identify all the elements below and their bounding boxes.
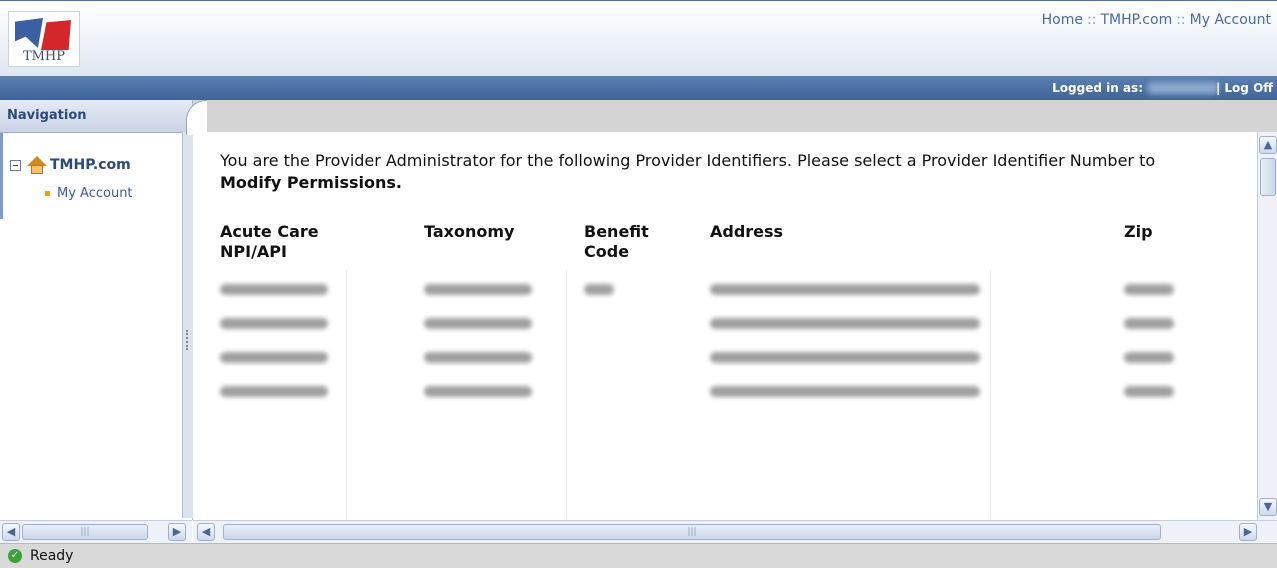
zip-cell xyxy=(1124,306,1184,340)
navigation-title: Navigation xyxy=(0,100,192,133)
zip-cell xyxy=(1124,340,1184,374)
column-header-benefit-code: Benefit Code xyxy=(584,222,649,261)
content-scroll-thumb[interactable]: ||| xyxy=(223,524,1161,540)
table-header-row: Acute Care NPI/API Taxonomy Benefit Code A… xyxy=(220,220,1184,272)
column-header-taxonomy: Taxonomy xyxy=(424,222,515,241)
npi-cell[interactable] xyxy=(220,272,424,306)
provider-table: Acute Care NPI/API Taxonomy Benefit Code A… xyxy=(220,220,1184,408)
username-redacted xyxy=(1147,82,1219,94)
logo-blue-mark xyxy=(15,18,43,48)
tmhp-logo[interactable]: TMHP xyxy=(8,11,80,67)
npi-cell[interactable] xyxy=(220,306,424,340)
scroll-up-icon[interactable]: ▲ xyxy=(1259,136,1277,154)
table-row[interactable] xyxy=(220,272,1184,306)
navigation-panel: Navigation TMHP.com My Account xyxy=(0,100,193,520)
vertical-scroll-thumb[interactable] xyxy=(1260,158,1276,196)
scroll-left-icon[interactable]: ◀ xyxy=(2,523,20,541)
nav-scroll-thumb[interactable]: ||| xyxy=(22,524,148,540)
benefit-code-cell xyxy=(584,374,710,408)
link-separator: :: xyxy=(1087,12,1097,28)
status-bar: ✓ Ready xyxy=(0,543,1277,568)
tree-root-tmhp[interactable]: TMHP.com xyxy=(10,156,131,174)
table-row[interactable] xyxy=(220,374,1184,408)
checkmark-icon: ✓ xyxy=(8,549,22,563)
logoff-link[interactable]: Log Off xyxy=(1224,81,1273,95)
scroll-down-icon[interactable]: ▼ xyxy=(1259,498,1277,516)
tree-item-my-account[interactable]: My Account xyxy=(45,186,133,201)
logoff-area: | Log Off xyxy=(1216,81,1273,95)
bullet-icon xyxy=(45,191,50,196)
scroll-left-icon[interactable]: ◀ xyxy=(197,523,215,541)
my-account-link[interactable]: My Account xyxy=(1190,12,1271,28)
npi-cell[interactable] xyxy=(220,374,424,408)
main-content: You are the Provider Administrator for t… xyxy=(193,132,1257,520)
user-bar: Logged in as: | Log Off xyxy=(0,76,1277,100)
header: TMHP Home:: TMHP.com:: My Account xyxy=(0,0,1277,77)
panel-splitter[interactable] xyxy=(182,132,193,518)
content-header-bar xyxy=(193,100,1277,132)
content-horizontal-scrollbar[interactable]: ◀ ||| ▶ xyxy=(193,520,1277,543)
scroll-right-icon[interactable]: ▶ xyxy=(168,523,186,541)
status-text: Ready xyxy=(30,548,74,564)
scroll-right-icon[interactable]: ▶ xyxy=(1239,523,1257,541)
house-icon xyxy=(27,156,47,174)
logo-red-mark xyxy=(41,20,71,50)
vertical-scrollbar[interactable]: ▲ ▼ xyxy=(1257,132,1277,520)
address-cell xyxy=(710,340,1124,374)
nav-accent-bar xyxy=(0,133,3,219)
top-links: Home:: TMHP.com:: My Account xyxy=(1042,12,1271,28)
column-header-npi: Acute Care NPI/API xyxy=(220,222,319,261)
intro-emphasis: Modify Permissions. xyxy=(220,173,402,192)
intro-sentence: You are the Provider Administrator for t… xyxy=(220,151,1156,170)
column-header-zip: Zip xyxy=(1124,222,1153,241)
nav-horizontal-scrollbar[interactable]: ◀ ||| ▶ xyxy=(0,520,192,543)
table-row[interactable] xyxy=(220,340,1184,374)
zip-cell xyxy=(1124,374,1184,408)
column-header-address: Address xyxy=(710,222,784,241)
taxonomy-cell xyxy=(424,306,584,340)
benefit-code-cell xyxy=(584,272,710,306)
logo-text: TMHP xyxy=(22,49,66,64)
address-cell xyxy=(710,272,1124,306)
benefit-code-cell xyxy=(584,306,710,340)
table-row[interactable] xyxy=(220,306,1184,340)
taxonomy-cell xyxy=(424,340,584,374)
logged-in-label: Logged in as: xyxy=(1052,81,1143,95)
splitter-grip[interactable] xyxy=(186,330,190,350)
tree-item-label[interactable]: My Account xyxy=(57,186,133,201)
zip-cell xyxy=(1124,272,1184,306)
taxonomy-cell xyxy=(424,374,584,408)
home-link[interactable]: Home xyxy=(1042,12,1083,28)
intro-text: You are the Provider Administrator for t… xyxy=(220,150,1220,194)
npi-cell[interactable] xyxy=(220,340,424,374)
link-separator: :: xyxy=(1176,12,1186,28)
collapse-icon[interactable] xyxy=(10,159,21,171)
benefit-code-cell xyxy=(584,340,710,374)
address-cell xyxy=(710,306,1124,340)
tmhp-link[interactable]: TMHP.com xyxy=(1100,12,1172,28)
taxonomy-cell xyxy=(424,272,584,306)
address-cell xyxy=(710,374,1124,408)
tree-root-label[interactable]: TMHP.com xyxy=(50,157,131,173)
